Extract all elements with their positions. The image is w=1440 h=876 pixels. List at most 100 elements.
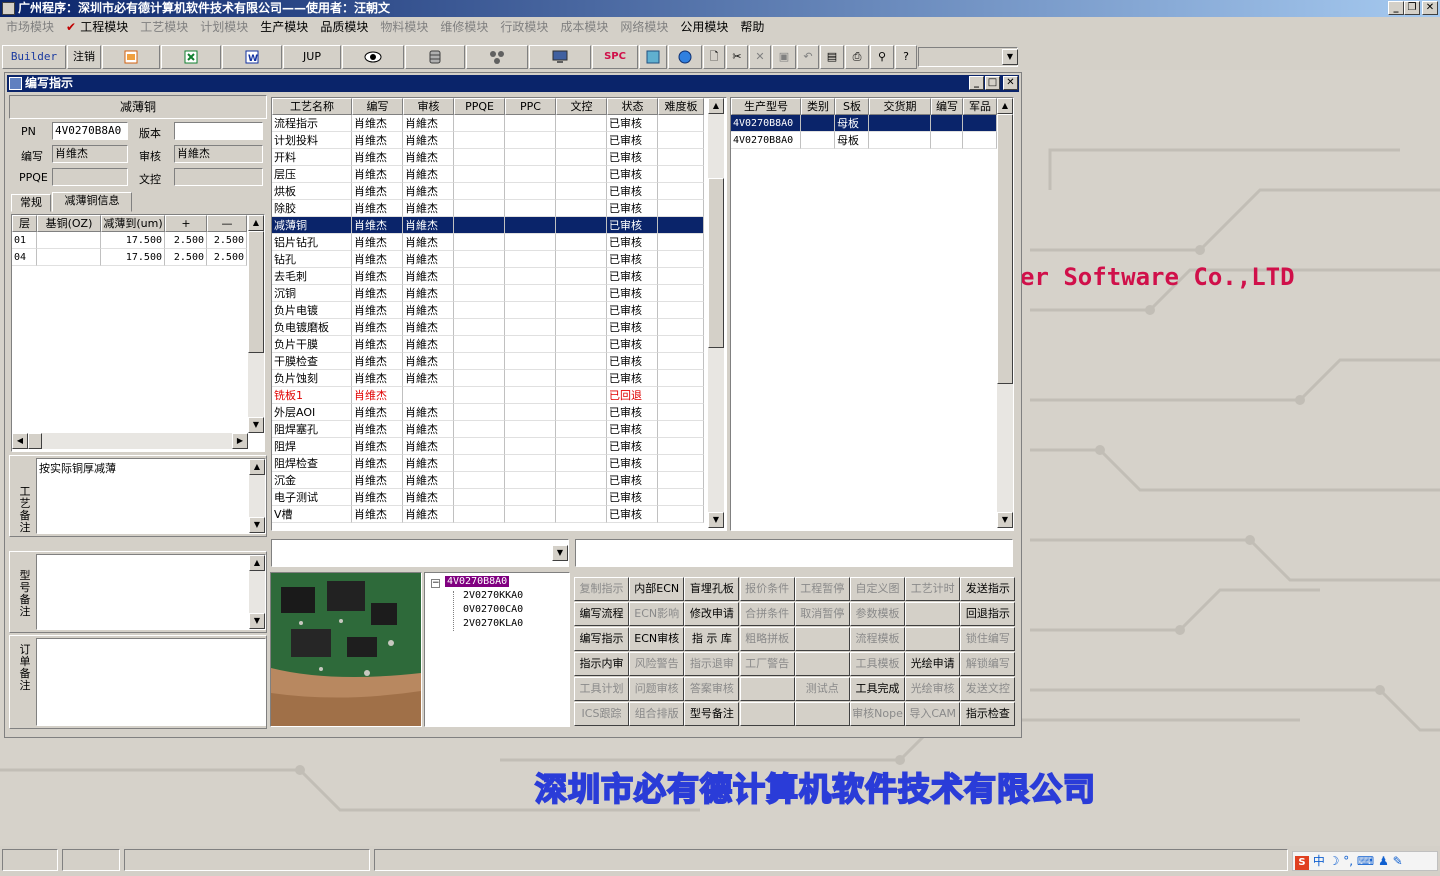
menu-item[interactable]: 维修模块 — [434, 17, 494, 37]
action-button[interactable]: 发送指示 — [960, 577, 1016, 601]
action-button[interactable]: 发送文控 — [960, 677, 1016, 701]
process-row[interactable]: 铝片钻孔 肖维杰 肖維杰 已审核 — [272, 234, 708, 251]
layer-grid-hscroll[interactable]: ◀ ▶ — [12, 433, 248, 449]
process-row[interactable]: 去毛刺 肖维杰 肖維杰 已审核 — [272, 268, 708, 285]
delete-button[interactable]: ✕ — [749, 45, 771, 69]
writer-field[interactable]: 肖维杰 — [52, 145, 128, 163]
menu-item[interactable]: 成本模块 — [554, 17, 614, 37]
action-button[interactable] — [739, 677, 795, 701]
filter-combo[interactable]: ▼ — [271, 539, 569, 567]
scroll-thumb[interactable] — [997, 114, 1013, 384]
doc-control-field[interactable] — [174, 168, 263, 186]
action-button[interactable]: ECN影响 — [629, 602, 685, 626]
word-button[interactable]: W — [222, 45, 282, 69]
process-row[interactable]: 阻焊 肖维杰 肖維杰 已审核 — [272, 438, 708, 455]
action-button[interactable]: 工程暂停 — [794, 577, 850, 601]
menu-item[interactable]: 计划模块 — [194, 17, 254, 37]
spc-button[interactable]: SPC — [592, 45, 638, 69]
action-button[interactable]: 问题审核 — [629, 677, 685, 701]
menu-item[interactable]: 品质模块 — [314, 17, 374, 37]
ime-mode[interactable]: 中 — [1313, 854, 1325, 868]
menu-item[interactable]: 物料模块 — [374, 17, 434, 37]
layer-grid-vscroll[interactable]: ▲ ▼ — [248, 215, 264, 433]
action-button[interactable]: ICS跟踪 — [574, 702, 629, 726]
action-button[interactable]: 指示退审 — [684, 652, 740, 676]
action-button[interactable]: 光绘审核 — [905, 677, 961, 701]
tree-child-node[interactable]: 2V0270KLA0 — [463, 618, 523, 629]
process-row[interactable]: 层压 肖维杰 肖維杰 已审核 — [272, 166, 708, 183]
action-button[interactable]: 内部ECN — [629, 577, 685, 601]
hscroll-thumb[interactable] — [28, 433, 42, 449]
process-grid-header[interactable]: PPQE — [454, 98, 505, 115]
action-button[interactable]: 测试点 — [794, 677, 850, 701]
action-button[interactable] — [794, 652, 850, 676]
monitor-button[interactable] — [529, 45, 591, 69]
model-grid-header[interactable]: 类别 — [801, 98, 835, 115]
menu-item[interactable]: ✔ 工程模块 — [60, 17, 134, 37]
menu-item[interactable]: 生产模块 — [254, 17, 314, 37]
action-button[interactable]: 粗略拼板 — [739, 627, 795, 651]
process-grid-header[interactable]: 编写 — [352, 98, 403, 115]
action-button[interactable]: ECN审核 — [629, 627, 685, 651]
action-button[interactable]: 回退指示 — [960, 602, 1016, 626]
layer-grid-header[interactable]: — — [207, 215, 247, 232]
version-field[interactable] — [174, 122, 263, 140]
action-button[interactable]: 光绘申请 — [905, 652, 961, 676]
process-row[interactable]: 开料 肖维杰 肖維杰 已审核 — [272, 149, 708, 166]
tab-thin-copper-info[interactable]: 减薄铜信息 — [52, 192, 132, 212]
globe-button[interactable] — [668, 45, 702, 69]
menu-item[interactable]: 市场模块 — [0, 17, 60, 37]
child-maximize-button[interactable]: □ — [985, 76, 1000, 90]
powerpoint-button[interactable] — [102, 45, 160, 69]
toolbar-combo[interactable]: ▼ — [918, 47, 1018, 67]
action-button[interactable]: 审核Nope — [850, 702, 905, 726]
database-button[interactable] — [405, 45, 465, 69]
scroll-up-icon[interactable]: ▲ — [997, 98, 1013, 114]
find-button[interactable]: ⚲ — [870, 45, 894, 69]
action-button[interactable]: 工具完成 — [850, 677, 905, 701]
ppqe-field[interactable] — [52, 168, 128, 186]
action-button[interactable] — [739, 702, 795, 726]
scroll-right-icon[interactable]: ▶ — [232, 433, 248, 449]
action-button[interactable]: 编写指示 — [574, 627, 629, 651]
menu-item[interactable]: 工艺模块 — [134, 17, 194, 37]
layer-grid-header[interactable]: 层 — [12, 215, 37, 232]
model-grid-header[interactable]: 编写 — [931, 98, 963, 115]
menu-item[interactable]: 帮助 — [734, 17, 770, 37]
action-button[interactable] — [794, 627, 850, 651]
process-row[interactable]: 外层AOI 肖维杰 肖維杰 已审核 — [272, 404, 708, 421]
child-minimize-button[interactable]: _ — [969, 76, 984, 90]
preview-button[interactable]: ▤ — [820, 45, 844, 69]
new-doc-button[interactable]: 🗋 — [703, 45, 725, 69]
action-button[interactable]: 风险警告 — [629, 652, 685, 676]
jup-button[interactable]: JUP — [283, 45, 341, 69]
model-grid-header[interactable]: 军品 — [963, 98, 997, 115]
model-grid-header[interactable]: 交货期 — [869, 98, 931, 115]
action-button[interactable]: 编写流程 — [574, 602, 629, 626]
action-button[interactable]: 工艺计时 — [905, 577, 961, 601]
action-button[interactable]: 答案审核 — [684, 677, 740, 701]
tab-general[interactable]: 常规 — [11, 194, 51, 212]
layer-grid-header[interactable]: 基铜(OZ) — [37, 215, 101, 232]
close-button[interactable]: ✕ — [1422, 1, 1438, 15]
maximize-button[interactable]: ❐ — [1404, 1, 1420, 15]
action-button[interactable]: 取消暂停 — [794, 602, 850, 626]
tree-root-node[interactable]: 4V0270B8A0 — [445, 576, 510, 587]
builder-button[interactable]: Builder — [2, 45, 66, 69]
order-note-field[interactable] — [36, 638, 266, 726]
undo-button[interactable]: ↶ — [797, 45, 819, 69]
process-grid-header[interactable]: PPC — [505, 98, 556, 115]
action-button[interactable]: 指示内审 — [574, 652, 629, 676]
process-grid-vscroll[interactable]: ▲ ▼ — [708, 98, 724, 528]
scroll-down-icon[interactable]: ▼ — [708, 512, 724, 528]
scroll-thumb[interactable] — [708, 178, 724, 348]
process-row[interactable]: 烘板 肖维杰 肖維杰 已审核 — [272, 183, 708, 200]
process-row[interactable]: 计划投料 肖维杰 肖維杰 已审核 — [272, 132, 708, 149]
action-button[interactable]: 报价条件 — [739, 577, 795, 601]
world-button[interactable] — [639, 45, 667, 69]
action-button[interactable]: 自定义图 — [850, 577, 905, 601]
action-button[interactable]: 盲埋孔板 — [684, 577, 740, 601]
scroll-thumb[interactable] — [248, 231, 264, 353]
scroll-down-icon[interactable]: ▼ — [997, 512, 1013, 528]
menu-item[interactable]: 网络模块 — [614, 17, 674, 37]
